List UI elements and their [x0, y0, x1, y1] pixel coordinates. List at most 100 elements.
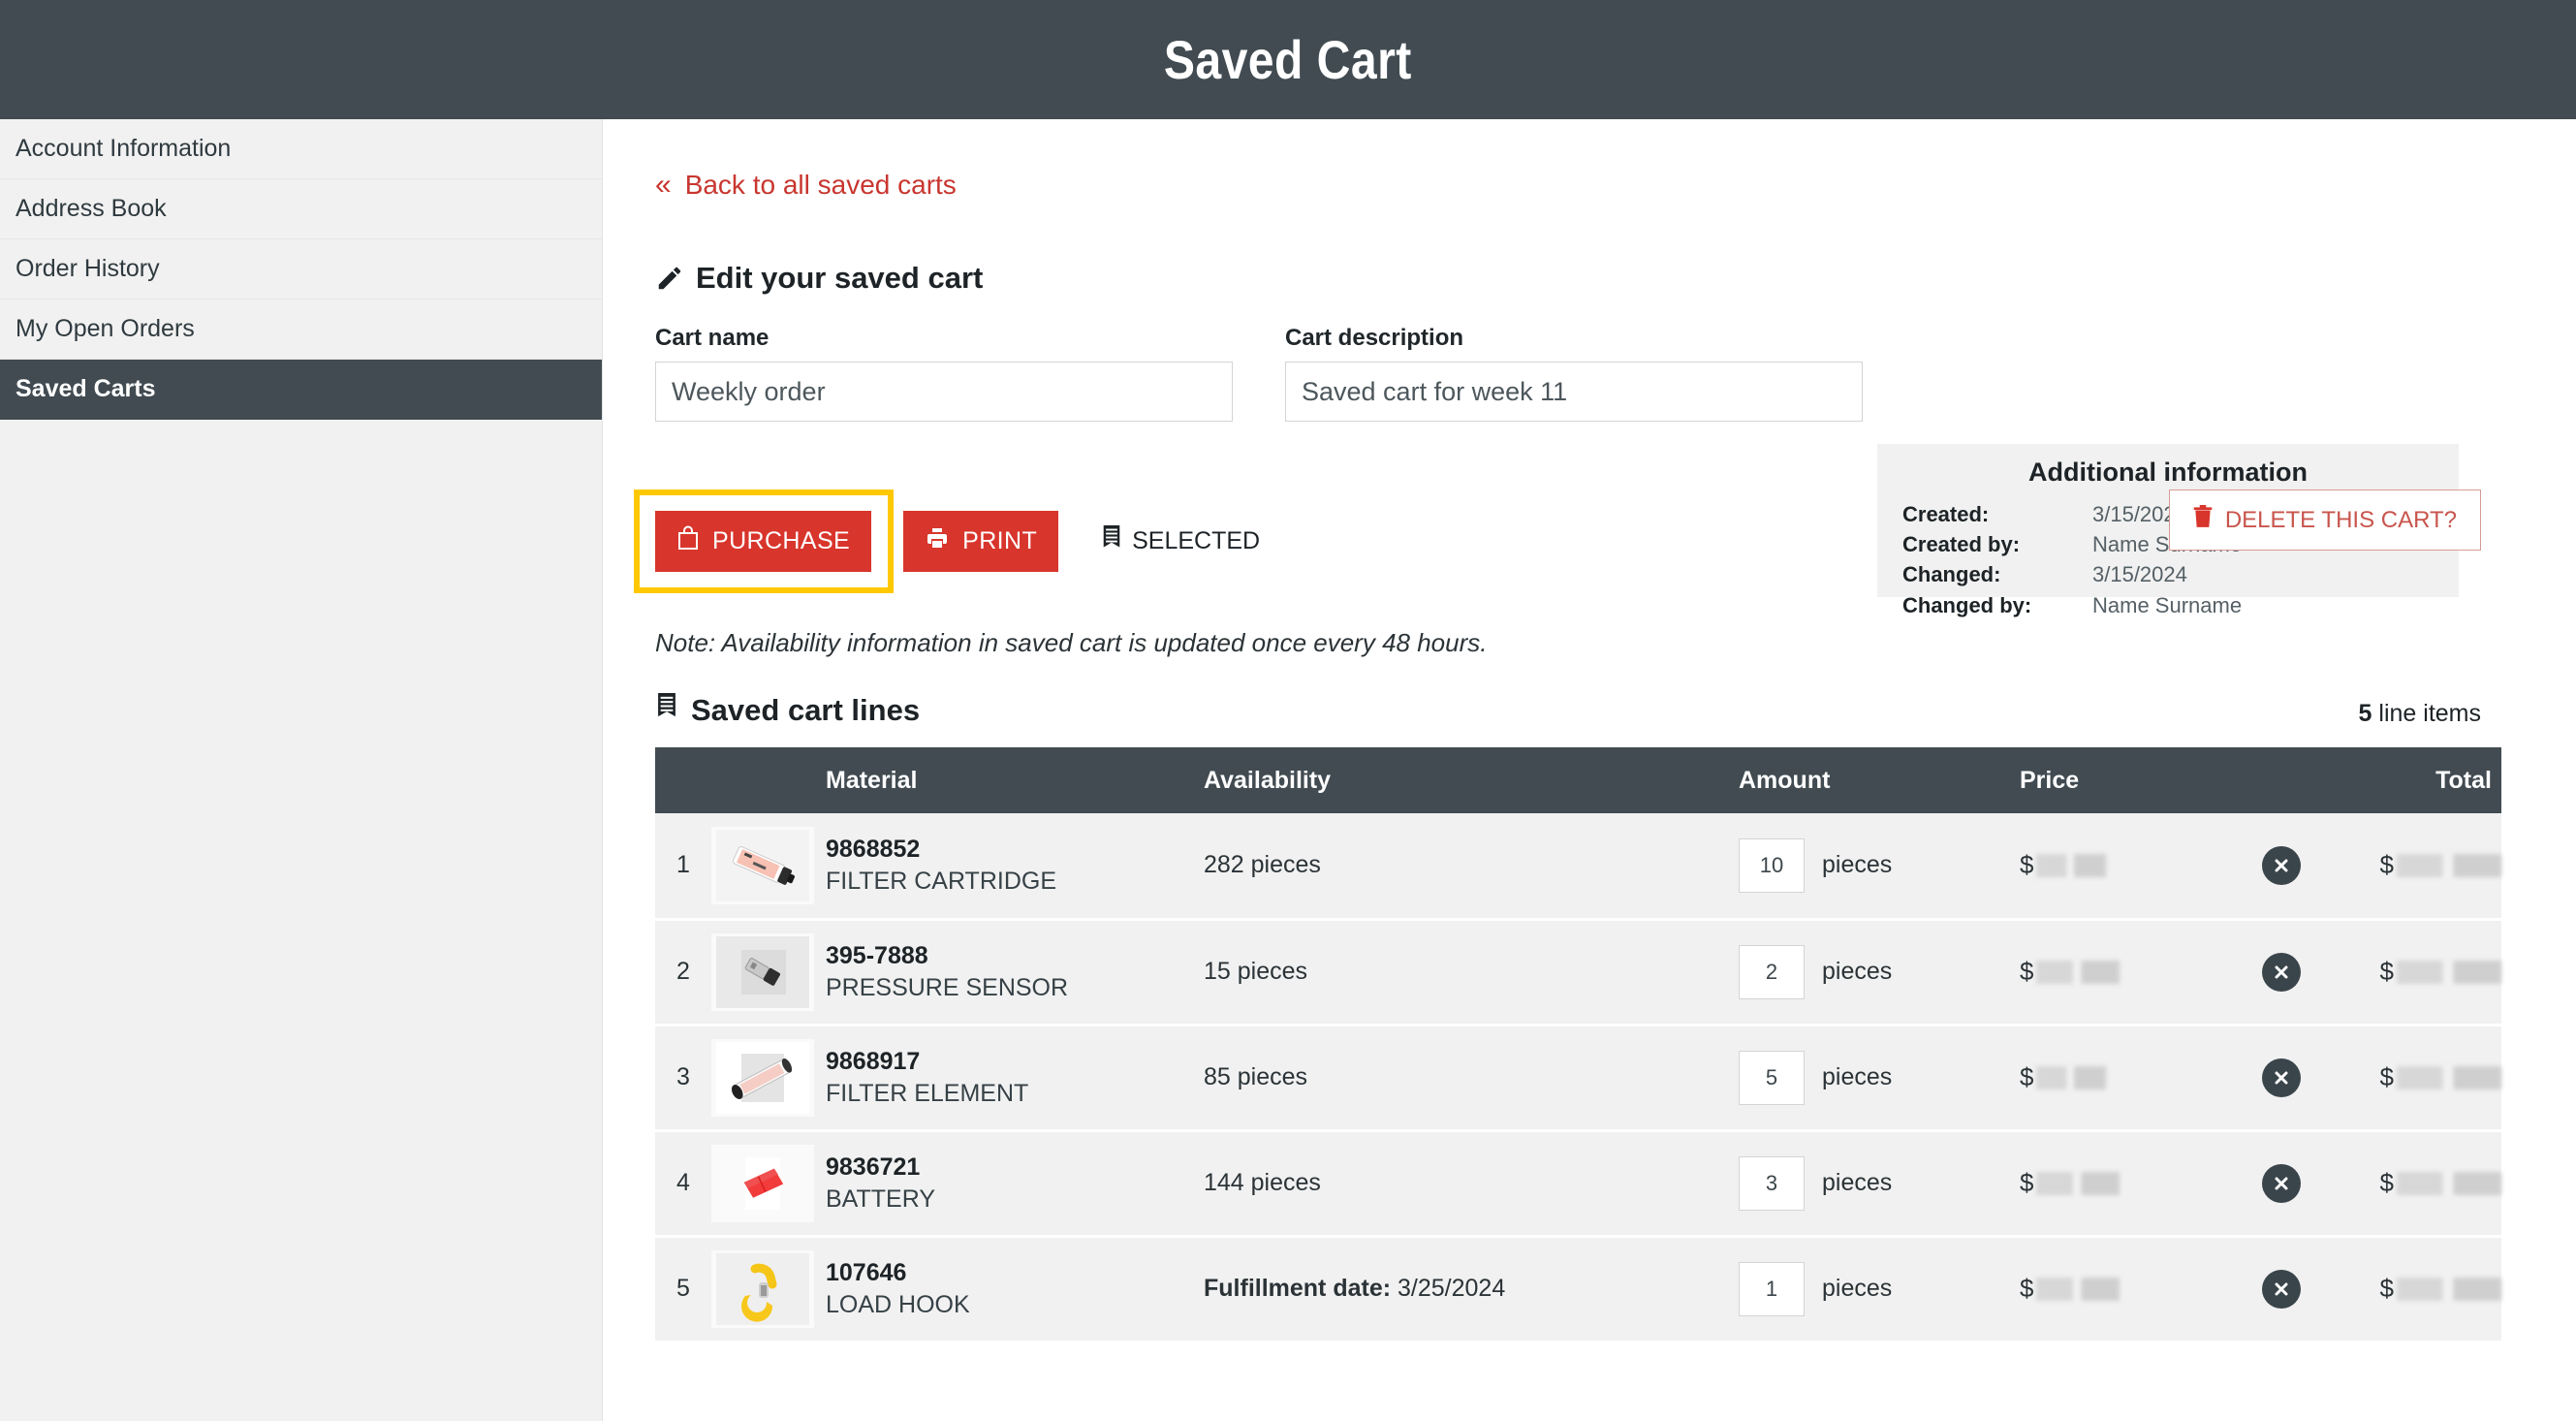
fulfillment-date-label: Fulfillment date:: [1204, 1275, 1392, 1302]
material-number: 9836721: [826, 1153, 921, 1181]
total-value: $: [2349, 1168, 2501, 1198]
table-row: 2 395-7888 PRESSURE SENSOR 15 pieces 2 p…: [655, 919, 2501, 1025]
redacted-price: [2036, 1277, 2120, 1301]
material-name: LOAD HOOK: [826, 1290, 970, 1318]
sidebar-item-order-history[interactable]: Order History: [0, 239, 602, 300]
amount-input[interactable]: [1739, 1050, 1805, 1105]
total-value: $: [2349, 1274, 2501, 1304]
currency-symbol: $: [2379, 1062, 2394, 1091]
redacted-price: [2036, 1065, 2107, 1089]
back-link-label: Back to all saved carts: [684, 170, 957, 200]
back-to-all-saved-carts-link[interactable]: « Back to all saved carts: [655, 170, 957, 201]
sidebar-item-my-open-orders[interactable]: My Open Orders: [0, 300, 602, 360]
sidebar-item-saved-carts[interactable]: Saved Carts: [0, 360, 602, 420]
amount-unit-label: pieces: [1822, 851, 1893, 879]
amount-input[interactable]: [1739, 1155, 1805, 1211]
sidebar-item-label: Address Book: [16, 195, 167, 222]
list-lines-icon: [1101, 525, 1122, 557]
price-value: $: [2020, 957, 2214, 987]
delete-this-cart-button[interactable]: DELETE THIS CART?: [2168, 489, 2481, 551]
table-row: 3 9868917 FILTER ELEMENT 85 pieces 5 pie…: [655, 1025, 2501, 1130]
column-index: [655, 747, 711, 813]
remove-circle-icon[interactable]: [2262, 1058, 2301, 1097]
amount-input[interactable]: [1739, 1261, 1805, 1316]
additional-information-title: Additional information: [2028, 458, 2308, 487]
row-material-cell: 9868917 FILTER ELEMENT: [826, 1025, 1204, 1130]
row-availability-cell: 282 pieces: [1204, 813, 1739, 919]
saved-cart-lines-title: Saved cart lines: [691, 693, 921, 727]
availability-value: 282 pieces: [1204, 851, 1321, 879]
row-price-cell: $: [2020, 1025, 2214, 1130]
line-items-count: 5 line items: [2359, 700, 2481, 728]
redacted-price: [2036, 960, 2120, 984]
amount-input[interactable]: [1739, 837, 1805, 893]
cart-description-label: Cart description: [1285, 325, 1464, 351]
list-lines-icon: [655, 693, 678, 728]
filter-element-thumbnail: [711, 1038, 814, 1117]
availability-value: 85 pieces: [1204, 1063, 1308, 1090]
price-value: $: [2020, 850, 2214, 880]
table-row: 1 9868852 FILTER CARTRIDGE 282 pieces 10…: [655, 813, 2501, 919]
row-amount-cell: pieces: [1739, 919, 2020, 1025]
sidebar-item-account-information[interactable]: Account Information: [0, 119, 602, 179]
currency-symbol: $: [2379, 957, 2394, 986]
currency-symbol: $: [2020, 1274, 2034, 1303]
amount-unit-label: pieces: [1822, 958, 1893, 985]
amount-unit-label: pieces: [1822, 1169, 1893, 1196]
currency-symbol: $: [2020, 1168, 2034, 1197]
row-index: 4: [676, 1169, 690, 1196]
row-index: 2: [676, 958, 690, 985]
cart-name-input[interactable]: [655, 362, 1233, 422]
remove-circle-icon[interactable]: [2262, 1269, 2301, 1309]
currency-symbol: $: [2379, 850, 2394, 880]
sidebar-item-address-book[interactable]: Address Book: [0, 179, 602, 239]
main-content: « Back to all saved carts Edit your save…: [603, 119, 2576, 1421]
cart-name-label: Cart name: [655, 325, 770, 351]
availability-note: Note: Availability information in saved …: [655, 628, 1488, 657]
amount-unit-label: pieces: [1822, 1063, 1893, 1090]
column-remove: [2214, 747, 2349, 813]
row-material-cell: 395-7888 PRESSURE SENSOR: [826, 919, 1204, 1025]
sidebar-item-label: My Open Orders: [16, 315, 195, 342]
row-index: 1: [676, 851, 690, 879]
sidebar-item-label: Saved Carts: [16, 375, 156, 402]
row-total-cell: $: [2349, 1025, 2501, 1130]
material-number: 395-7888: [826, 942, 928, 969]
redacted-total: [2397, 960, 2501, 984]
sidebar-item-label: Order History: [16, 255, 160, 282]
column-availability: Availability: [1204, 766, 1332, 794]
body-wrapper: Account Information Address Book Order H…: [0, 119, 2576, 1421]
column-price: Price: [2020, 766, 2080, 794]
amount-input[interactable]: [1739, 944, 1805, 999]
row-thumbnail-cell: [711, 813, 826, 919]
purchase-button-label: PURCHASE: [712, 527, 851, 554]
remove-circle-icon[interactable]: [2262, 952, 2301, 992]
column-material: Material: [826, 766, 918, 794]
saved-cart-lines-table: Material Availability Amount Price Total…: [655, 747, 2501, 1343]
price-value: $: [2020, 1168, 2214, 1198]
total-value: $: [2349, 957, 2501, 987]
remove-circle-icon[interactable]: [2262, 845, 2301, 885]
saved-cart-lines-header: Saved cart lines 5 line items: [655, 693, 2576, 728]
amount-unit-label: pieces: [1822, 1275, 1893, 1302]
cart-description-input[interactable]: [1285, 362, 1863, 422]
redacted-price: [2036, 1171, 2120, 1195]
remove-circle-icon[interactable]: [2262, 1163, 2301, 1203]
battery-thumbnail: [711, 1144, 814, 1222]
price-value: $: [2020, 1062, 2214, 1092]
double-chevron-left-icon: «: [655, 169, 672, 201]
load-hook-thumbnail: [711, 1249, 814, 1328]
table-body: 1 9868852 FILTER CARTRIDGE 282 pieces 10…: [655, 813, 2501, 1342]
page-title: Saved Cart: [1164, 29, 1412, 90]
sidebar-item-label: Account Information: [16, 135, 232, 162]
material-number: 9868852: [826, 836, 921, 864]
selected-button[interactable]: SELECTED: [1101, 525, 1260, 557]
redacted-total: [2397, 853, 2501, 877]
row-index: 3: [676, 1063, 690, 1090]
row-price-cell: $: [2020, 919, 2214, 1025]
row-amount-cell: pieces: [1739, 1236, 2020, 1342]
print-button[interactable]: PRINT: [903, 511, 1059, 572]
row-total-cell: $: [2349, 1236, 2501, 1342]
purchase-button[interactable]: PURCHASE: [655, 511, 872, 572]
saved-cart-lines-title-group: Saved cart lines: [655, 693, 920, 728]
